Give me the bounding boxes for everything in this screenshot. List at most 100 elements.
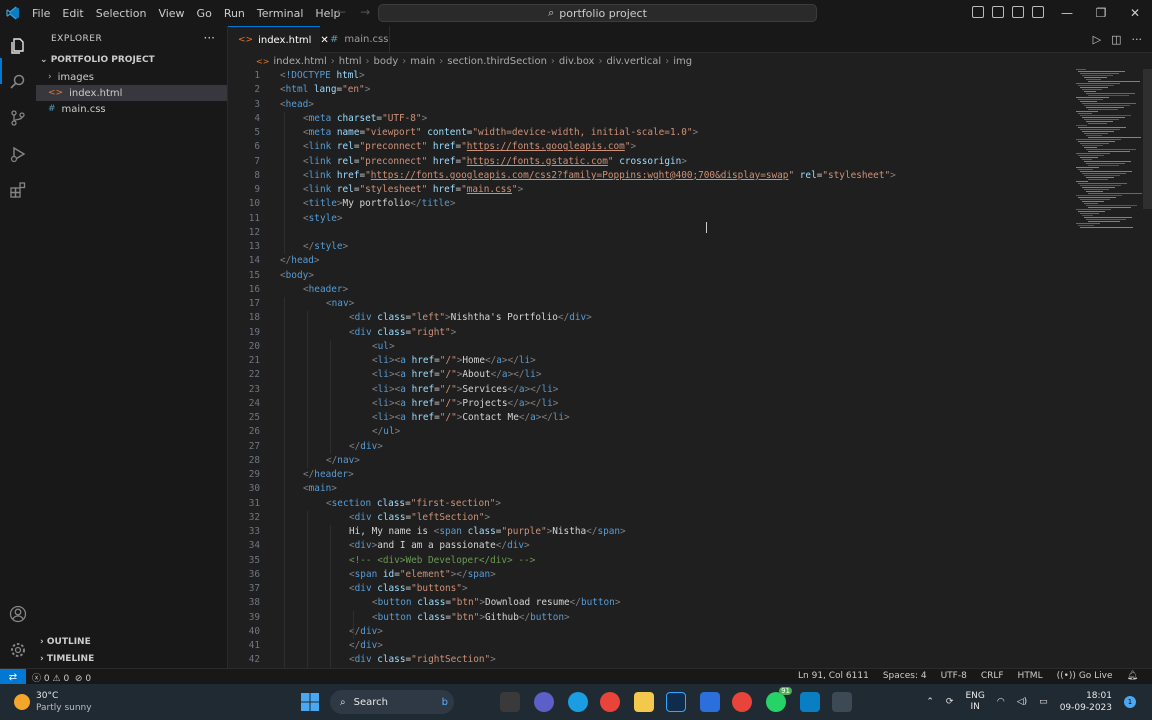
code-line[interactable]: 14 </head> [228, 254, 1068, 268]
code-line[interactable]: 35 <!-- <div>Web Developer</div> --> [228, 554, 1068, 568]
code-line[interactable]: 2 <html lang="en"> [228, 83, 1068, 97]
breadcrumb-item[interactable]: div.vertical [606, 56, 661, 67]
toggle-sidebar-icon[interactable] [972, 6, 984, 18]
manage-gear-icon[interactable] [6, 638, 30, 662]
vscode-icon[interactable] [800, 692, 820, 712]
code-line[interactable]: 1 <!DOCTYPE html> [228, 69, 1068, 83]
code-line[interactable]: 6 <link rel="preconnect" href="https://fo… [228, 140, 1068, 154]
volume-icon[interactable]: ◁) [1017, 697, 1027, 707]
tree-item-index-html[interactable]: <> index.html [36, 85, 227, 101]
code-line[interactable]: 30 <main> [228, 482, 1068, 496]
code-line[interactable]: 28 </nav> [228, 454, 1068, 468]
code-line[interactable]: 34 <div>and I am a passionate</div> [228, 539, 1068, 553]
menu-edit[interactable]: Edit [56, 7, 89, 20]
code-line[interactable]: 8 <link href="https://fonts.googleapis.co… [228, 169, 1068, 183]
input-language[interactable]: ENG IN [965, 691, 984, 713]
problems-indicator[interactable]: ⓧ 0 ⚠ 0 ⊘ 0 [32, 671, 91, 684]
code-line[interactable]: 31 <section class="first-section"> [228, 497, 1068, 511]
code-line[interactable]: 11 <style> [228, 212, 1068, 226]
scrollbar-thumb[interactable] [1143, 69, 1152, 209]
tree-item-images[interactable]: › images [36, 69, 227, 85]
more-actions-icon[interactable]: ··· [1132, 33, 1143, 46]
indentation[interactable]: Spaces: 4 [883, 671, 927, 681]
explorer-icon[interactable] [6, 34, 30, 58]
task-view-icon[interactable] [500, 692, 520, 712]
battery-icon[interactable]: ▭ [1039, 697, 1048, 707]
toggle-panel-icon[interactable] [992, 6, 1004, 18]
code-line[interactable]: 38 <button class="btn">Download resume</b… [228, 596, 1068, 610]
weather-widget[interactable]: 30°C Partly sunny [14, 690, 92, 714]
snipping-tool-icon[interactable] [832, 692, 852, 712]
menu-selection[interactable]: Selection [90, 7, 153, 20]
breadcrumb-item[interactable]: div.box [559, 56, 595, 67]
code-line[interactable]: 27 </div> [228, 440, 1068, 454]
chrome-icon[interactable] [732, 692, 752, 712]
source-control-icon[interactable] [6, 106, 30, 130]
close-window-icon[interactable]: ✕ [1118, 0, 1152, 26]
chrome-icon[interactable] [600, 692, 620, 712]
more-actions-icon[interactable]: ··· [204, 31, 215, 45]
windows-start-icon[interactable] [300, 692, 320, 712]
code-line[interactable]: 25 <li><a href="/">Contact Me</a></li> [228, 411, 1068, 425]
chevron-up-icon[interactable]: ⌃ [926, 697, 934, 707]
store-icon[interactable] [700, 692, 720, 712]
breadcrumb-item[interactable]: body [374, 56, 399, 67]
search-icon[interactable] [6, 70, 30, 94]
code-line[interactable]: 33 Hi, My name is <span class="purple">Ni… [228, 525, 1068, 539]
notification-badge[interactable]: 1 [1124, 696, 1136, 708]
minimap[interactable] [1074, 69, 1144, 239]
code-line[interactable]: 12 [228, 226, 1068, 240]
code-line[interactable]: 20 <ul> [228, 340, 1068, 354]
taskbar-search[interactable]: ⌕ Search b [330, 690, 454, 714]
language-mode[interactable]: HTML [1018, 671, 1043, 681]
line-ending[interactable]: CRLF [981, 671, 1004, 681]
breadcrumb-item[interactable]: section.thirdSection [447, 56, 547, 67]
clock[interactable]: 18:01 09-09-2023 [1060, 690, 1112, 714]
code-line[interactable]: 41 </div> [228, 639, 1068, 653]
code-line[interactable]: 13 </style> [228, 240, 1068, 254]
code-line[interactable]: 7 <link rel="preconnect" href="https://fo… [228, 155, 1068, 169]
command-center[interactable]: ⌕ portfolio project [378, 4, 817, 22]
accounts-icon[interactable] [6, 602, 30, 626]
code-line[interactable]: 15 <body> [228, 269, 1068, 283]
code-line[interactable]: 32 <div class="leftSection"> [228, 511, 1068, 525]
wifi-icon[interactable]: ◠ [997, 697, 1005, 707]
timeline-section[interactable]: › TIMELINE [40, 654, 94, 664]
notifications-bell-icon[interactable]: 🔔︎ [1127, 671, 1138, 681]
outline-section[interactable]: › OUTLINE [40, 637, 91, 647]
split-editor-icon[interactable]: ◫ [1111, 33, 1121, 46]
code-line[interactable]: 18 <div class="left">Nishtha's Portfolio<… [228, 311, 1068, 325]
teams-icon[interactable] [534, 692, 554, 712]
code-line[interactable]: 23 <li><a href="/">Services</a></li> [228, 383, 1068, 397]
code-line[interactable]: 4 <meta charset="UTF-8"> [228, 112, 1068, 126]
breadcrumb-item[interactable]: html [339, 56, 362, 67]
remote-indicator-icon[interactable]: ⇄ [0, 669, 26, 685]
tree-item-main-css[interactable]: # main.css [36, 101, 227, 117]
minimize-icon[interactable]: — [1050, 0, 1084, 26]
photoshop-icon[interactable] [666, 692, 686, 712]
menu-view[interactable]: View [152, 7, 190, 20]
code-line[interactable]: 9 <link rel="stylesheet" href="main.css"> [228, 183, 1068, 197]
project-folder-header[interactable]: ⌄ PORTFOLIO PROJECT [40, 55, 155, 65]
back-arrow-icon[interactable]: ← [336, 5, 360, 19]
customize-layout-icon[interactable] [1032, 6, 1044, 18]
run-debug-icon[interactable] [6, 142, 30, 166]
menu-go[interactable]: Go [191, 7, 218, 20]
run-icon[interactable]: ▷ [1093, 33, 1101, 46]
edge-icon[interactable] [568, 692, 588, 712]
menu-file[interactable]: File [26, 7, 56, 20]
code-line[interactable]: 21 <li><a href="/">Home</a></li> [228, 354, 1068, 368]
code-line[interactable]: 39 <button class="btn">Github</button> [228, 611, 1068, 625]
code-line[interactable]: 5 <meta name="viewport" content="width=de… [228, 126, 1068, 140]
whatsapp-icon[interactable]: 91 [766, 687, 792, 712]
code-line[interactable]: 37 <div class="buttons"> [228, 582, 1068, 596]
tab-index-html[interactable]: <> index.html ✕ [228, 26, 329, 53]
extensions-icon[interactable] [6, 178, 30, 202]
code-line[interactable]: 26 </ul> [228, 425, 1068, 439]
code-editor[interactable]: 1 <!DOCTYPE html> 2 <html lang="en"> 3 <head>… [228, 69, 1152, 668]
code-line[interactable]: 19 <div class="right"> [228, 326, 1068, 340]
tab-main-css[interactable]: # main.css [320, 26, 390, 53]
go-live-button[interactable]: ((•)) Go Live [1057, 671, 1113, 681]
encoding[interactable]: UTF-8 [941, 671, 967, 681]
code-line[interactable]: 10 <title>My portfolio</title> [228, 197, 1068, 211]
